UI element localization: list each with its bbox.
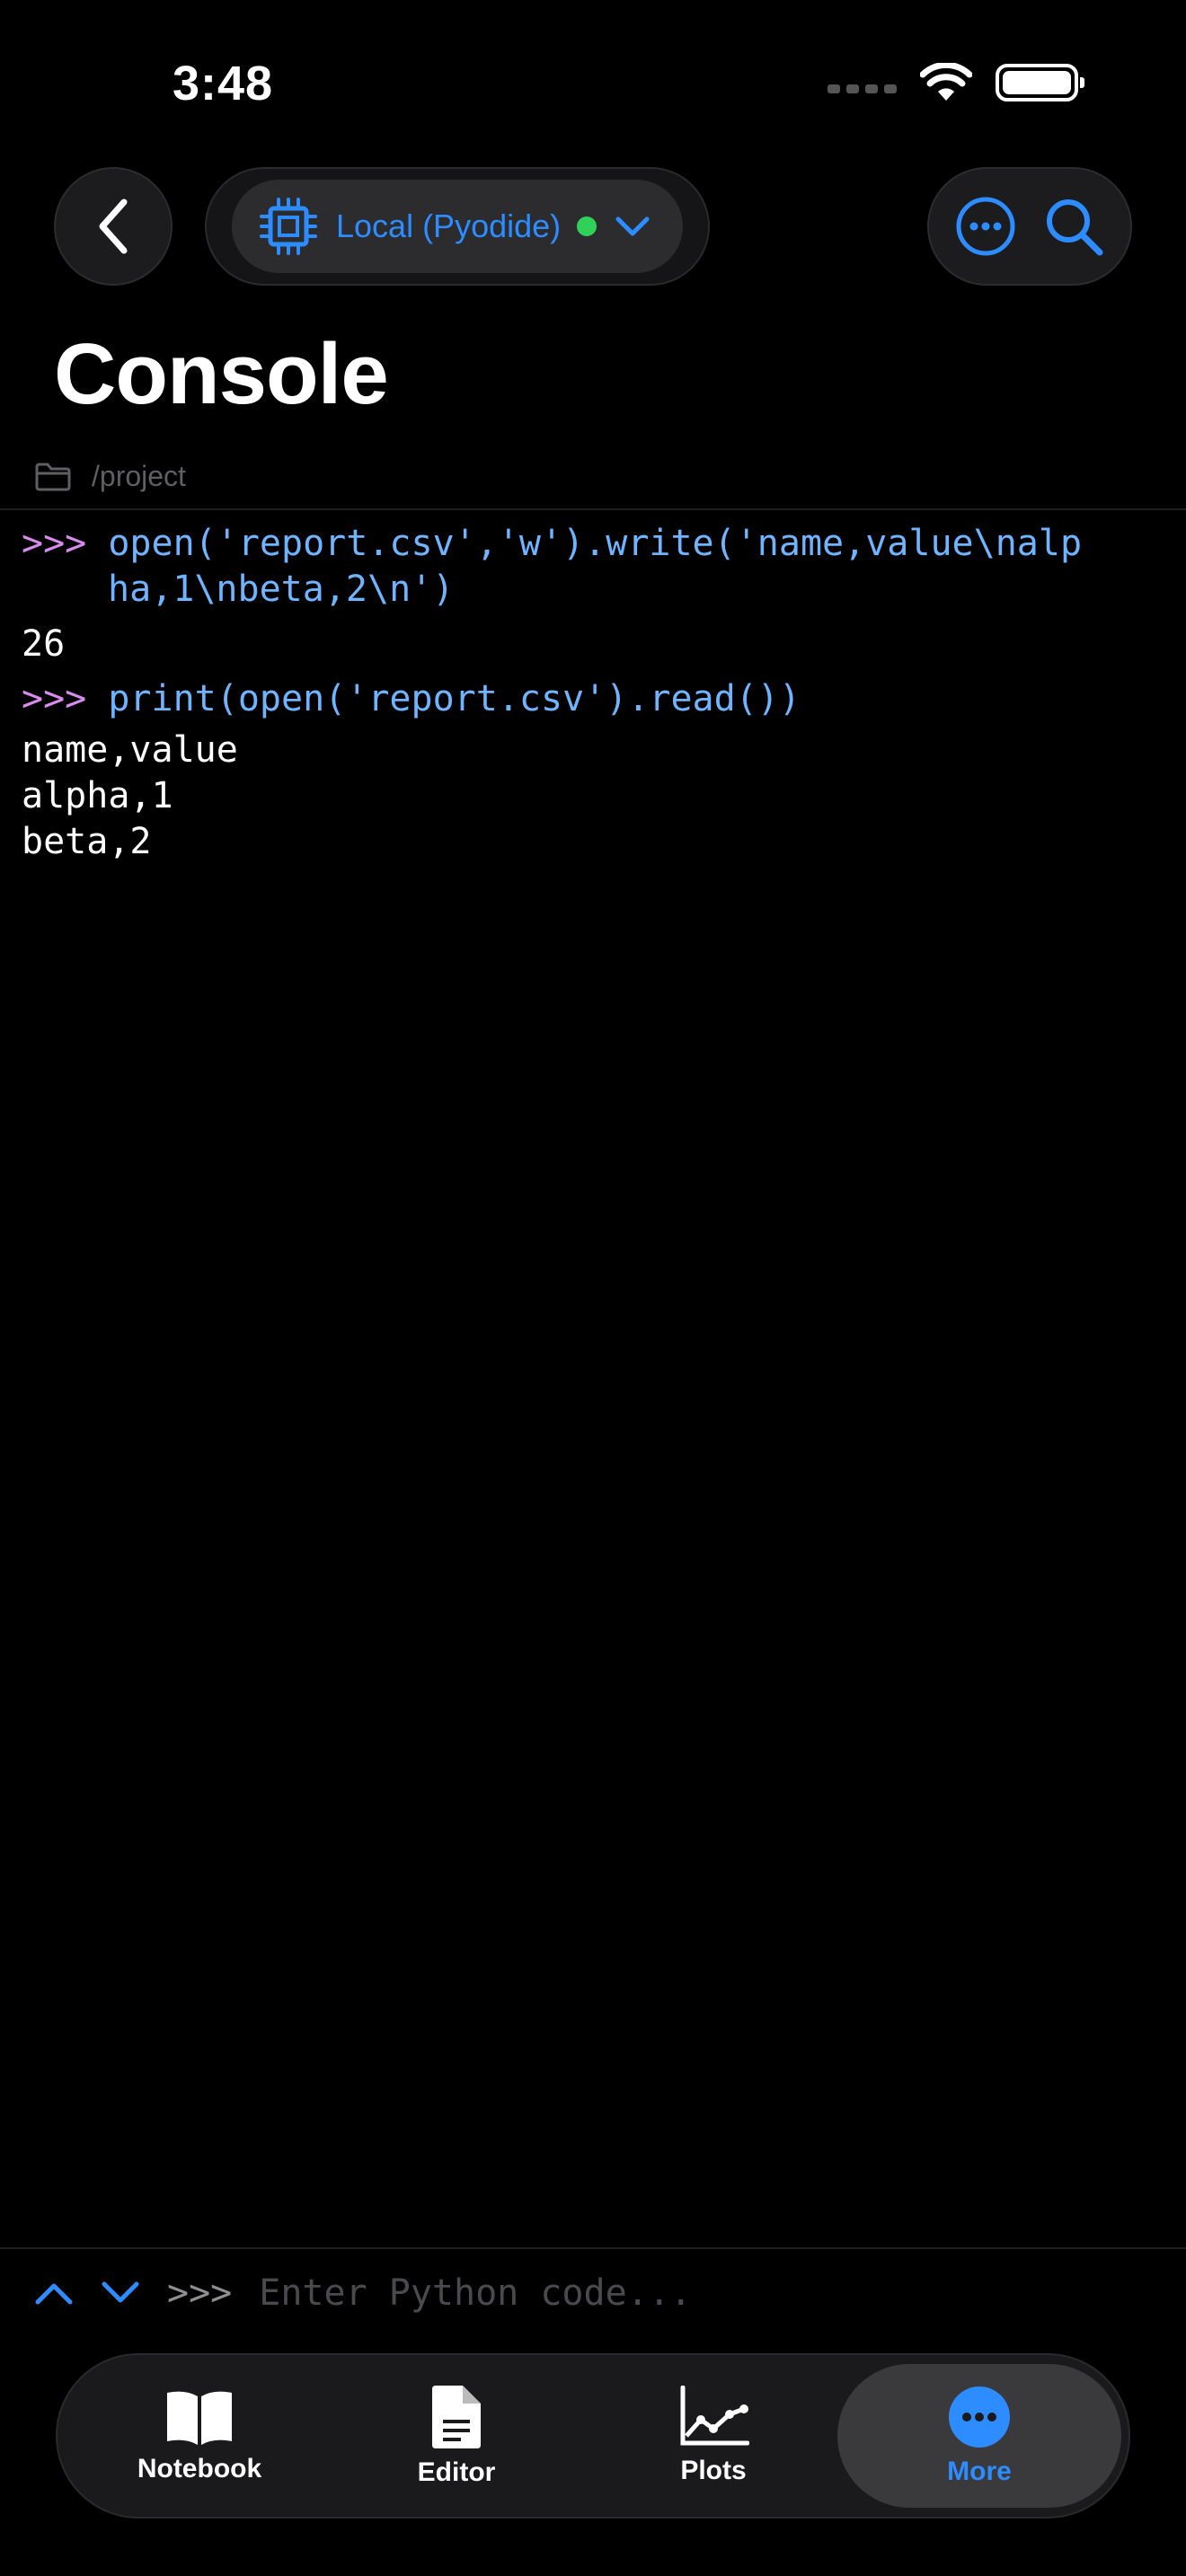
- battery-icon: [996, 64, 1084, 101]
- kernel-selector[interactable]: Local (Pyodide): [232, 180, 683, 273]
- kernel-label: Local (Pyodide): [336, 207, 562, 244]
- console-prompt: >>>: [22, 523, 87, 564]
- header-actions: [927, 167, 1132, 286]
- console-continuation-line: ha,1\nbeta,2\n'): [108, 569, 455, 610]
- cpu-icon: [260, 198, 317, 255]
- more-icon: [949, 2386, 1010, 2448]
- cellular-signal-icon: [828, 84, 897, 93]
- history-up-icon[interactable]: [34, 2280, 74, 2307]
- console-input-line: >>> print(open('report.csv').read()): [22, 676, 1172, 722]
- history-down-icon[interactable]: [101, 2280, 140, 2307]
- kernel-status-dot: [577, 216, 597, 236]
- console-code: print(open('report.csv').read()): [108, 678, 801, 719]
- tab-label: Plots: [680, 2456, 747, 2485]
- chevron-left-icon: [99, 198, 128, 254]
- console-code: open('report.csv','w').write('name,value…: [108, 523, 1083, 564]
- tab-label: Editor: [417, 2457, 496, 2487]
- status-time: 3:48: [173, 57, 274, 110]
- tab-editor[interactable]: Editor: [349, 2355, 564, 2517]
- tab-plots[interactable]: Plots: [606, 2355, 821, 2517]
- console-output-line: alpha,1: [22, 775, 173, 816]
- back-button[interactable]: [54, 167, 173, 286]
- document-icon: [432, 2386, 481, 2448]
- chevron-down-icon: [615, 216, 650, 236]
- python-code-input[interactable]: [259, 2272, 1068, 2314]
- console-input-line: >>> open('report.csv','w').write('name,v…: [22, 521, 1172, 567]
- status-icons: [828, 63, 1084, 102]
- tab-label: Notebook: [137, 2454, 262, 2483]
- tab-label: More: [947, 2457, 1012, 2486]
- wifi-icon: [920, 63, 972, 101]
- divider: [0, 508, 1186, 510]
- tab-more[interactable]: More: [837, 2364, 1121, 2508]
- console-output-line: beta,2: [22, 821, 152, 862]
- console-output-line: 26: [22, 623, 66, 665]
- book-icon: [167, 2391, 232, 2445]
- divider: [0, 2247, 1186, 2249]
- tab-bar: Notebook Editor Plots More: [56, 2353, 1130, 2519]
- working-directory-path: /project: [92, 460, 186, 492]
- console-output: >>> open('report.csv','w').write('name,v…: [22, 521, 1172, 865]
- console-prompt: >>>: [22, 678, 87, 719]
- console-output-line: name,value: [22, 729, 238, 771]
- tab-notebook[interactable]: Notebook: [92, 2355, 307, 2517]
- working-directory[interactable]: /project: [34, 460, 186, 493]
- input-prompt: >>>: [167, 2272, 233, 2314]
- page-title: Console: [54, 326, 389, 422]
- chart-icon: [680, 2386, 749, 2446]
- folder-icon: [35, 463, 71, 490]
- search-icon[interactable]: [1042, 195, 1105, 258]
- more-options-icon[interactable]: [954, 195, 1017, 258]
- console-input-bar: >>>: [34, 2272, 1068, 2314]
